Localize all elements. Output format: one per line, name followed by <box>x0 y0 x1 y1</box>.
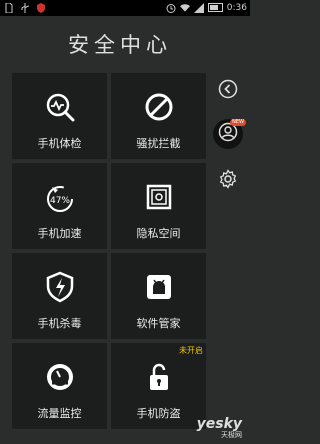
tile-label: 手机体检 <box>37 137 82 150</box>
tile-phone-speedup[interactable]: 47% 手机加速 <box>12 163 107 249</box>
new-badge: NEW <box>230 119 246 126</box>
usb-icon <box>20 2 30 13</box>
block-icon <box>143 91 175 123</box>
account-button[interactable]: NEW <box>213 119 246 149</box>
tile-software-manager[interactable]: 软件管家 <box>111 253 206 339</box>
watermark: yesky 天极网 <box>197 413 242 440</box>
speed-percent: 47% <box>49 196 69 206</box>
tile-harassment-block[interactable]: 骚扰拦截 <box>111 73 206 159</box>
checkup-icon <box>44 91 76 123</box>
back-icon <box>218 79 238 103</box>
shield-icon <box>36 2 46 13</box>
tile-label: 流量监控 <box>37 407 82 420</box>
safe-icon <box>143 181 175 213</box>
tile-antivirus[interactable]: 手机杀毒 <box>12 253 107 339</box>
status-left-icons <box>4 2 46 13</box>
tile-label: 软件管家 <box>136 317 181 330</box>
page-title: 安全中心 <box>68 32 172 57</box>
status-right-icons: 0:36 <box>166 2 247 13</box>
status-time: 0:36 <box>226 2 247 13</box>
tile-traffic-monitor[interactable]: 流量监控 <box>12 343 107 429</box>
antivirus-icon <box>44 271 76 303</box>
tile-label: 隐私空间 <box>136 227 181 240</box>
header: 安全中心 <box>0 16 250 71</box>
back-button[interactable] <box>215 78 241 104</box>
tile-phone-checkup[interactable]: 手机体检 <box>12 73 107 159</box>
status-bar: 0:36 <box>0 0 250 16</box>
tile-label: 手机加速 <box>37 227 82 240</box>
tile-label: 手机防盗 <box>136 407 181 420</box>
gauge-icon <box>44 361 76 393</box>
tile-privacy-space[interactable]: 隐私空间 <box>111 163 206 249</box>
tile-label: 骚扰拦截 <box>136 137 181 150</box>
alarm-icon <box>166 2 176 13</box>
signal-icon <box>193 2 204 13</box>
sim-icon <box>4 2 14 13</box>
battery-icon <box>207 3 223 12</box>
lock-icon <box>143 361 175 393</box>
app-manager-icon <box>143 271 175 303</box>
settings-button[interactable] <box>215 168 241 194</box>
wifi-icon <box>179 2 190 13</box>
status-badge: 未开启 <box>179 346 203 355</box>
rocket-icon: 47% <box>44 181 76 213</box>
tile-label: 手机杀毒 <box>37 317 82 330</box>
settings-icon <box>218 169 238 193</box>
tile-anti-theft[interactable]: 未开启 手机防盗 <box>111 343 206 429</box>
